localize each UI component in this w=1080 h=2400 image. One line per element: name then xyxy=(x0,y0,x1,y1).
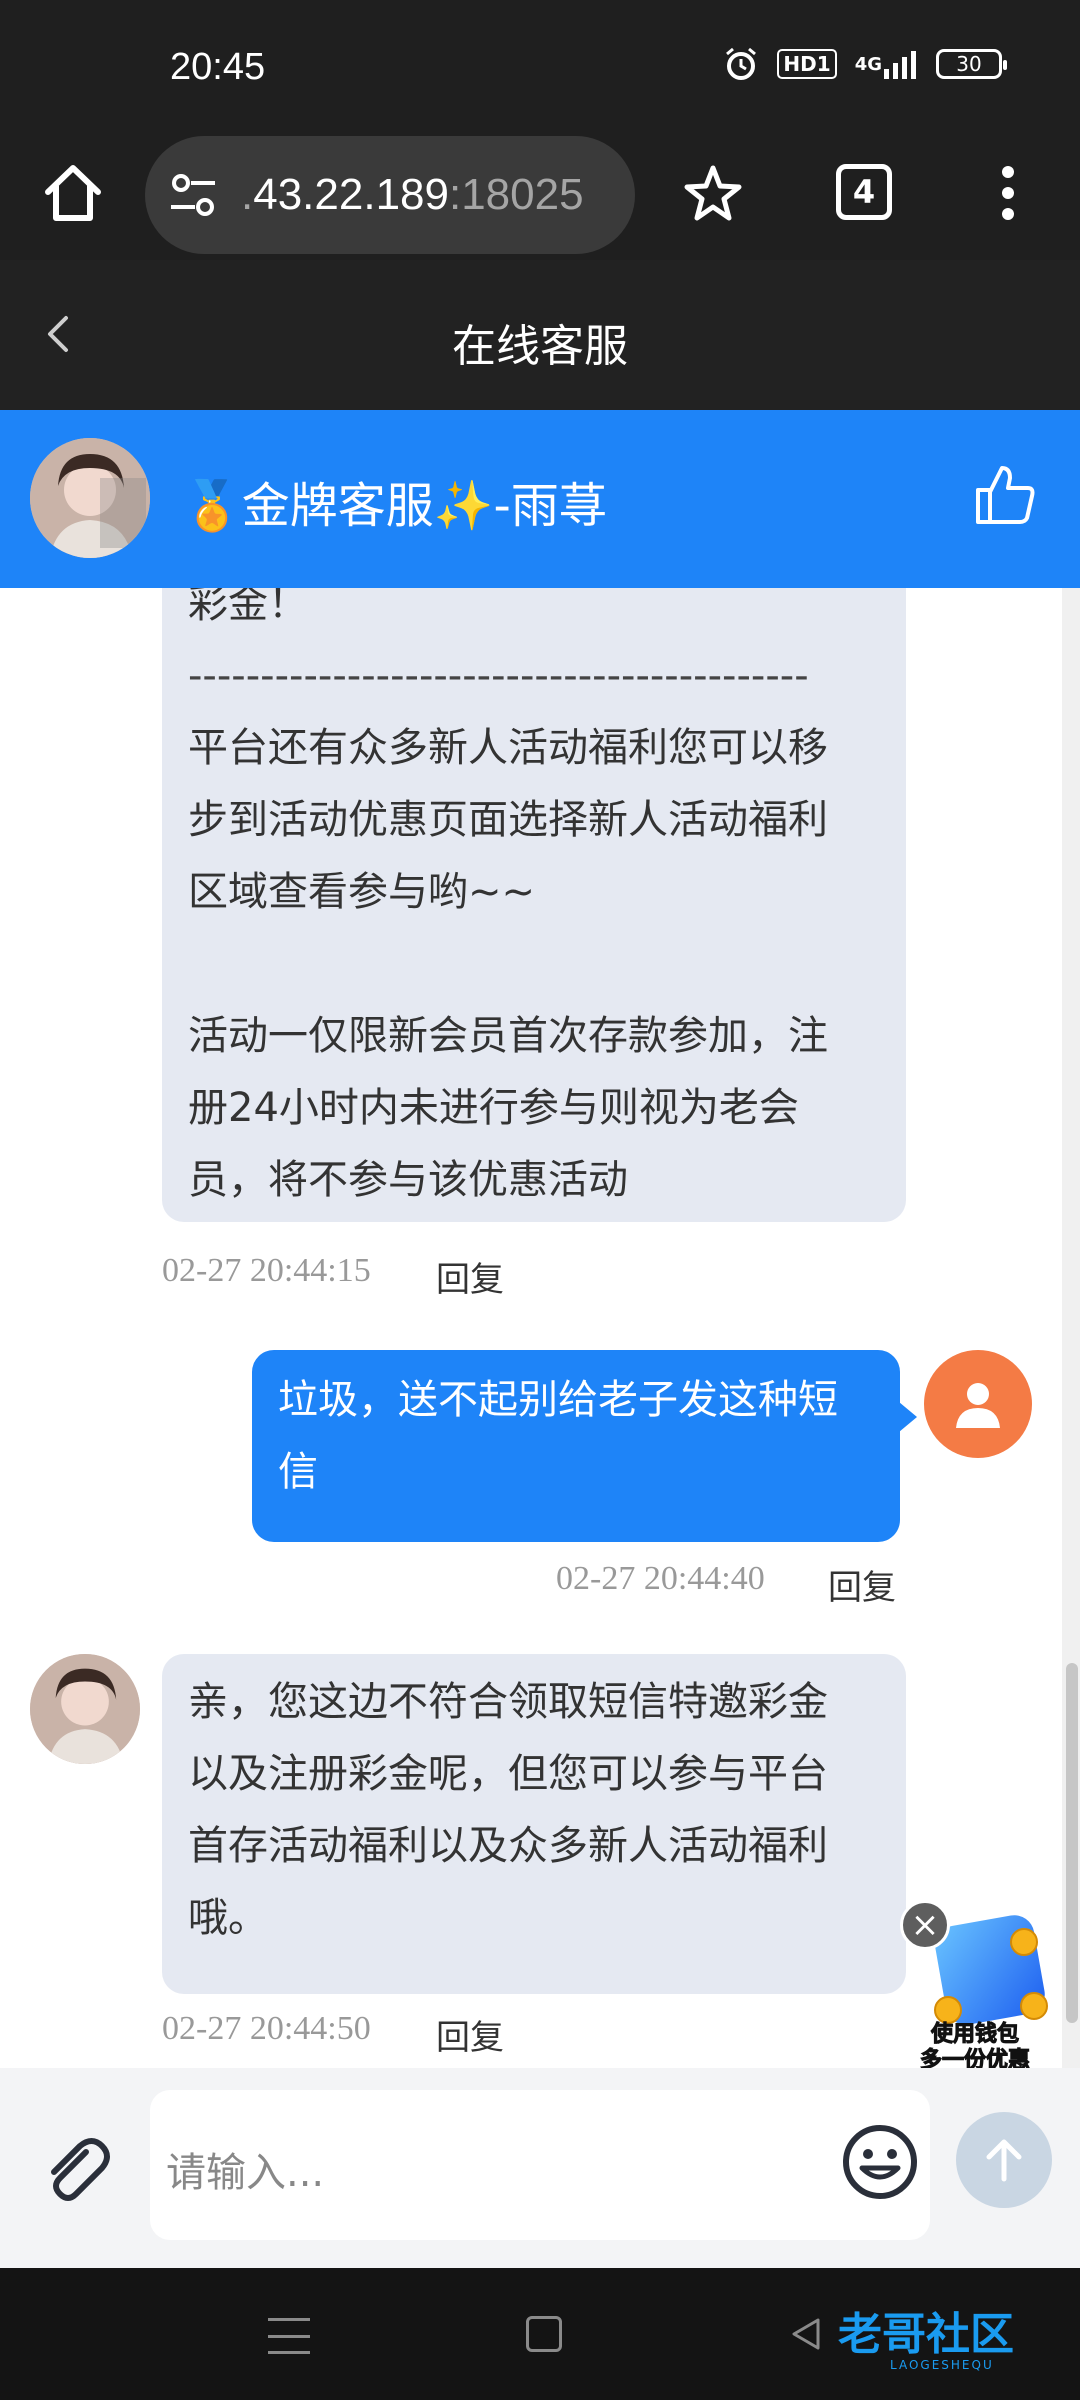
message-line: 以及注册彩金呢，但您可以参与平台 xyxy=(188,1751,828,1797)
bubble-tail xyxy=(899,1402,917,1432)
url-host: 43.22.189 xyxy=(253,170,449,219)
user-message-bubble: 垃圾，送不起别给老子发这种短 信 xyxy=(252,1350,900,1542)
paperclip-icon xyxy=(51,2138,110,2201)
scrollbar-thumb[interactable] xyxy=(1066,1663,1078,2023)
message-input[interactable]: 请输入... xyxy=(150,2090,930,2240)
network-type-label: 4G xyxy=(854,53,882,75)
system-nav-bar: 老哥社区 LAOGESHEQU xyxy=(0,2268,1080,2400)
message-line: 活动一仅限新会员首次存款参加，注 xyxy=(188,1013,828,1059)
message-timestamp: 02-27 20:44:40 xyxy=(556,1560,765,1597)
scrollbar[interactable] xyxy=(1062,588,1080,2068)
agent-name: 🏅金牌客服✨-雨荨 xyxy=(182,478,607,534)
message-line: 哦。 xyxy=(188,1895,268,1941)
hd-voice-badge: HD1 xyxy=(777,49,837,79)
recents-button[interactable] xyxy=(268,2318,310,2354)
chat-message-list[interactable]: 彩金！ ------------------------------------… xyxy=(0,588,1080,2068)
message-line: 区域查看参与哟~~ xyxy=(188,869,536,915)
agent-header: 🏅金牌客服✨-雨荨 xyxy=(0,410,1080,588)
reply-button[interactable]: 回复 xyxy=(828,1560,896,1609)
thumbs-up-icon xyxy=(976,466,1035,524)
smile-icon xyxy=(843,2125,917,2199)
emoji-button[interactable] xyxy=(840,2122,920,2202)
watermark-subtext: LAOGESHEQU xyxy=(890,2358,994,2372)
coin-icon xyxy=(1010,1928,1038,1956)
home-button[interactable] xyxy=(38,158,108,228)
agent-message-bubble: 亲，您这边不符合领取短信特邀彩金 以及注册彩金呢，但您可以参与平台 首存活动福利… xyxy=(162,1654,906,1994)
message-line: 员，将不参与该优惠活动 xyxy=(188,1157,628,1203)
like-button[interactable] xyxy=(970,460,1040,530)
url-prefix: . xyxy=(241,170,254,219)
message-timestamp: 02-27 20:44:15 xyxy=(162,1252,371,1289)
message-input-placeholder: 请输入... xyxy=(166,2150,325,2196)
wallet-promo-widget[interactable]: × 使用钱包 多一份优惠 xyxy=(900,1900,1050,2080)
url-text[interactable]: .43.22.189:18025 xyxy=(241,170,584,220)
coin-icon xyxy=(1020,1992,1048,2020)
coin-icon xyxy=(934,1996,962,2024)
tab-switcher-button[interactable]: 4 xyxy=(836,164,892,220)
agent-avatar-small xyxy=(30,1654,140,1764)
agent-avatar xyxy=(30,438,150,558)
browser-toolbar: .43.22.189:18025 4 xyxy=(0,130,1080,260)
star-icon xyxy=(684,165,742,221)
agent-message-bubble: 彩金！ ------------------------------------… xyxy=(162,588,906,1222)
status-time: 20:45 xyxy=(170,46,266,88)
reply-button[interactable]: 回复 xyxy=(436,2010,504,2059)
reply-button[interactable]: 回复 xyxy=(436,1252,504,1301)
message-line: 彩金！ xyxy=(188,588,308,627)
user-icon xyxy=(956,1383,1000,1428)
message-line: 首存活动福利以及众多新人活动福利 xyxy=(188,1823,828,1869)
user-avatar xyxy=(924,1350,1032,1458)
more-icon[interactable] xyxy=(990,160,1026,226)
message-timestamp: 02-27 20:44:50 xyxy=(162,2010,371,2047)
tune-icon[interactable] xyxy=(167,169,219,221)
alarm-icon xyxy=(723,46,759,82)
message-line: 册24小时内未进行参与则视为老会 xyxy=(188,1085,799,1131)
message-line: 信 xyxy=(278,1449,318,1495)
composer: 请输入... xyxy=(0,2068,1080,2268)
triangle-back-icon xyxy=(792,2318,820,2350)
message-line xyxy=(188,928,880,1000)
page-header: 在线客服 xyxy=(0,260,1080,410)
home-nav-button[interactable] xyxy=(526,2316,562,2352)
url-port: :18025 xyxy=(448,170,584,219)
promo-label-1: 使用钱包 xyxy=(930,2022,1019,2048)
home-icon xyxy=(45,165,101,221)
battery-indicator: 30 xyxy=(936,49,1007,79)
message-line: 垃圾，送不起别给老子发这种短 xyxy=(278,1377,838,1423)
address-bar[interactable]: .43.22.189:18025 xyxy=(145,136,635,254)
attach-button[interactable] xyxy=(36,2130,116,2210)
status-bar: 20:45 HD1 4G 30 xyxy=(0,0,1080,130)
message-line: 平台还有众多新人活动福利您可以移 xyxy=(188,725,828,771)
message-line: ----------------------------------------… xyxy=(188,653,809,699)
status-icons: HD1 4G 30 xyxy=(723,46,1007,82)
arrow-up-icon xyxy=(986,2139,1022,2182)
send-button[interactable] xyxy=(956,2112,1052,2208)
page-title: 在线客服 xyxy=(452,321,628,372)
back-nav-button[interactable] xyxy=(786,2314,826,2354)
watermark-logo: 老哥社区 xyxy=(838,2309,1014,2360)
message-line: 步到活动优惠页面选择新人活动福利 xyxy=(188,797,828,843)
promo-close-button[interactable]: × xyxy=(900,1900,950,1950)
bookmark-button[interactable] xyxy=(680,160,746,226)
message-line: 亲，您这边不符合领取短信特邀彩金 xyxy=(188,1679,828,1725)
signal-icon: 4G xyxy=(855,49,918,79)
